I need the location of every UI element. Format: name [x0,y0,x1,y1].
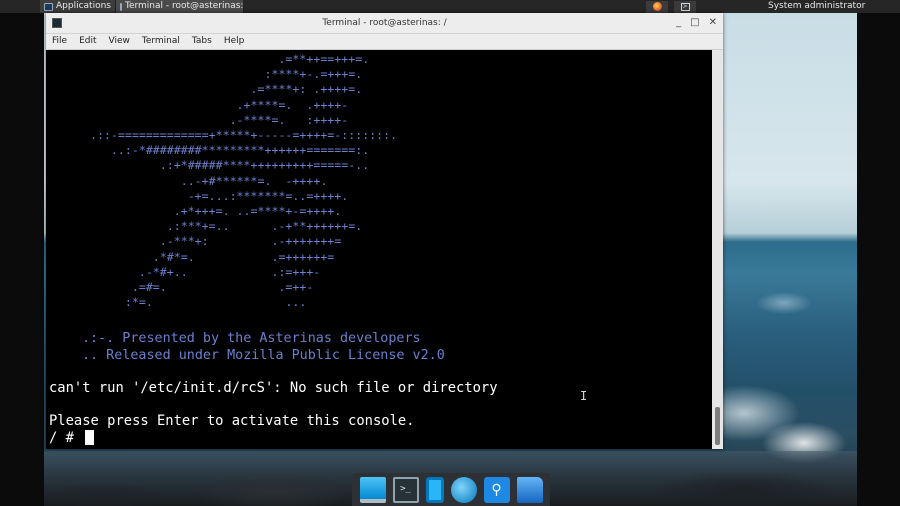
system-tray: > [646,0,696,13]
error-line: can't run '/etc/init.d/rcS': No such fil… [49,380,498,396]
text-cursor [85,430,95,445]
press-enter-line: Please press Enter to activate this cons… [49,413,415,429]
panel-left: Applications Terminal - root@asterinas: … [40,0,244,13]
user-menu[interactable]: System administrator [768,0,865,13]
firefox-icon [652,2,662,11]
folder-icon[interactable] [516,476,543,503]
menu-help[interactable]: Help [218,34,251,49]
menu-terminal[interactable]: Terminal [136,34,186,49]
applications-menu[interactable]: Applications [40,0,116,13]
taskbar-terminal-button[interactable]: Terminal - root@asterinas: / [115,0,244,13]
window-title: Terminal - root@asterinas: / [322,18,447,28]
close-button[interactable]: ✕ [709,13,717,33]
menu-view[interactable]: View [103,34,136,49]
minimize-button[interactable]: _ [676,13,681,33]
menu-bar: File Edit View Terminal Tabs Help [46,34,723,50]
menu-file[interactable]: File [46,34,73,49]
maximize-button[interactable]: □ [690,13,699,33]
applications-label: Applications [56,1,111,11]
window-controls: _ □ ✕ [676,13,717,33]
applications-icon [44,2,53,11]
taskbar-terminal-label: Terminal - root@asterinas: / [124,1,244,11]
title-bar[interactable]: Terminal - root@asterinas: / _ □ ✕ [46,13,723,34]
terminal-area[interactable]: .=**++==+++=. :****+-.=+++=. .=****+: .+… [47,50,712,447]
menu-edit[interactable]: Edit [73,34,102,49]
web-browser-icon[interactable] [450,476,477,503]
terminal-window: Terminal - root@asterinas: / _ □ ✕ File … [46,13,723,449]
ibeam-cursor-icon: I [580,389,588,403]
tray-firefox-button[interactable] [646,0,668,13]
dock: >_ ⚲ [352,473,550,506]
terminal-window-icon [119,2,122,11]
menu-tabs[interactable]: Tabs [186,34,218,49]
vertical-scrollbar[interactable] [712,50,723,449]
scrollbar-thumb[interactable] [715,407,720,445]
terminal-icon[interactable]: >_ [392,476,419,503]
terminal-tray-icon: > [680,2,690,11]
prompt-line: / # [49,430,95,446]
shell-prompt: / # [49,430,83,446]
presented-by-text: .:-. Presented by the Asterinas develope… [82,331,445,363]
tray-terminal-button[interactable]: > [674,0,696,13]
asterinas-ascii-logo: .=**++==+++=. :****+-.=+++=. .=****+: .+… [89,52,398,310]
phone-icon[interactable] [425,476,444,503]
search-icon[interactable]: ⚲ [483,476,510,503]
top-panel: Applications Terminal - root@asterinas: … [0,0,900,13]
screen-icon[interactable] [359,476,386,503]
